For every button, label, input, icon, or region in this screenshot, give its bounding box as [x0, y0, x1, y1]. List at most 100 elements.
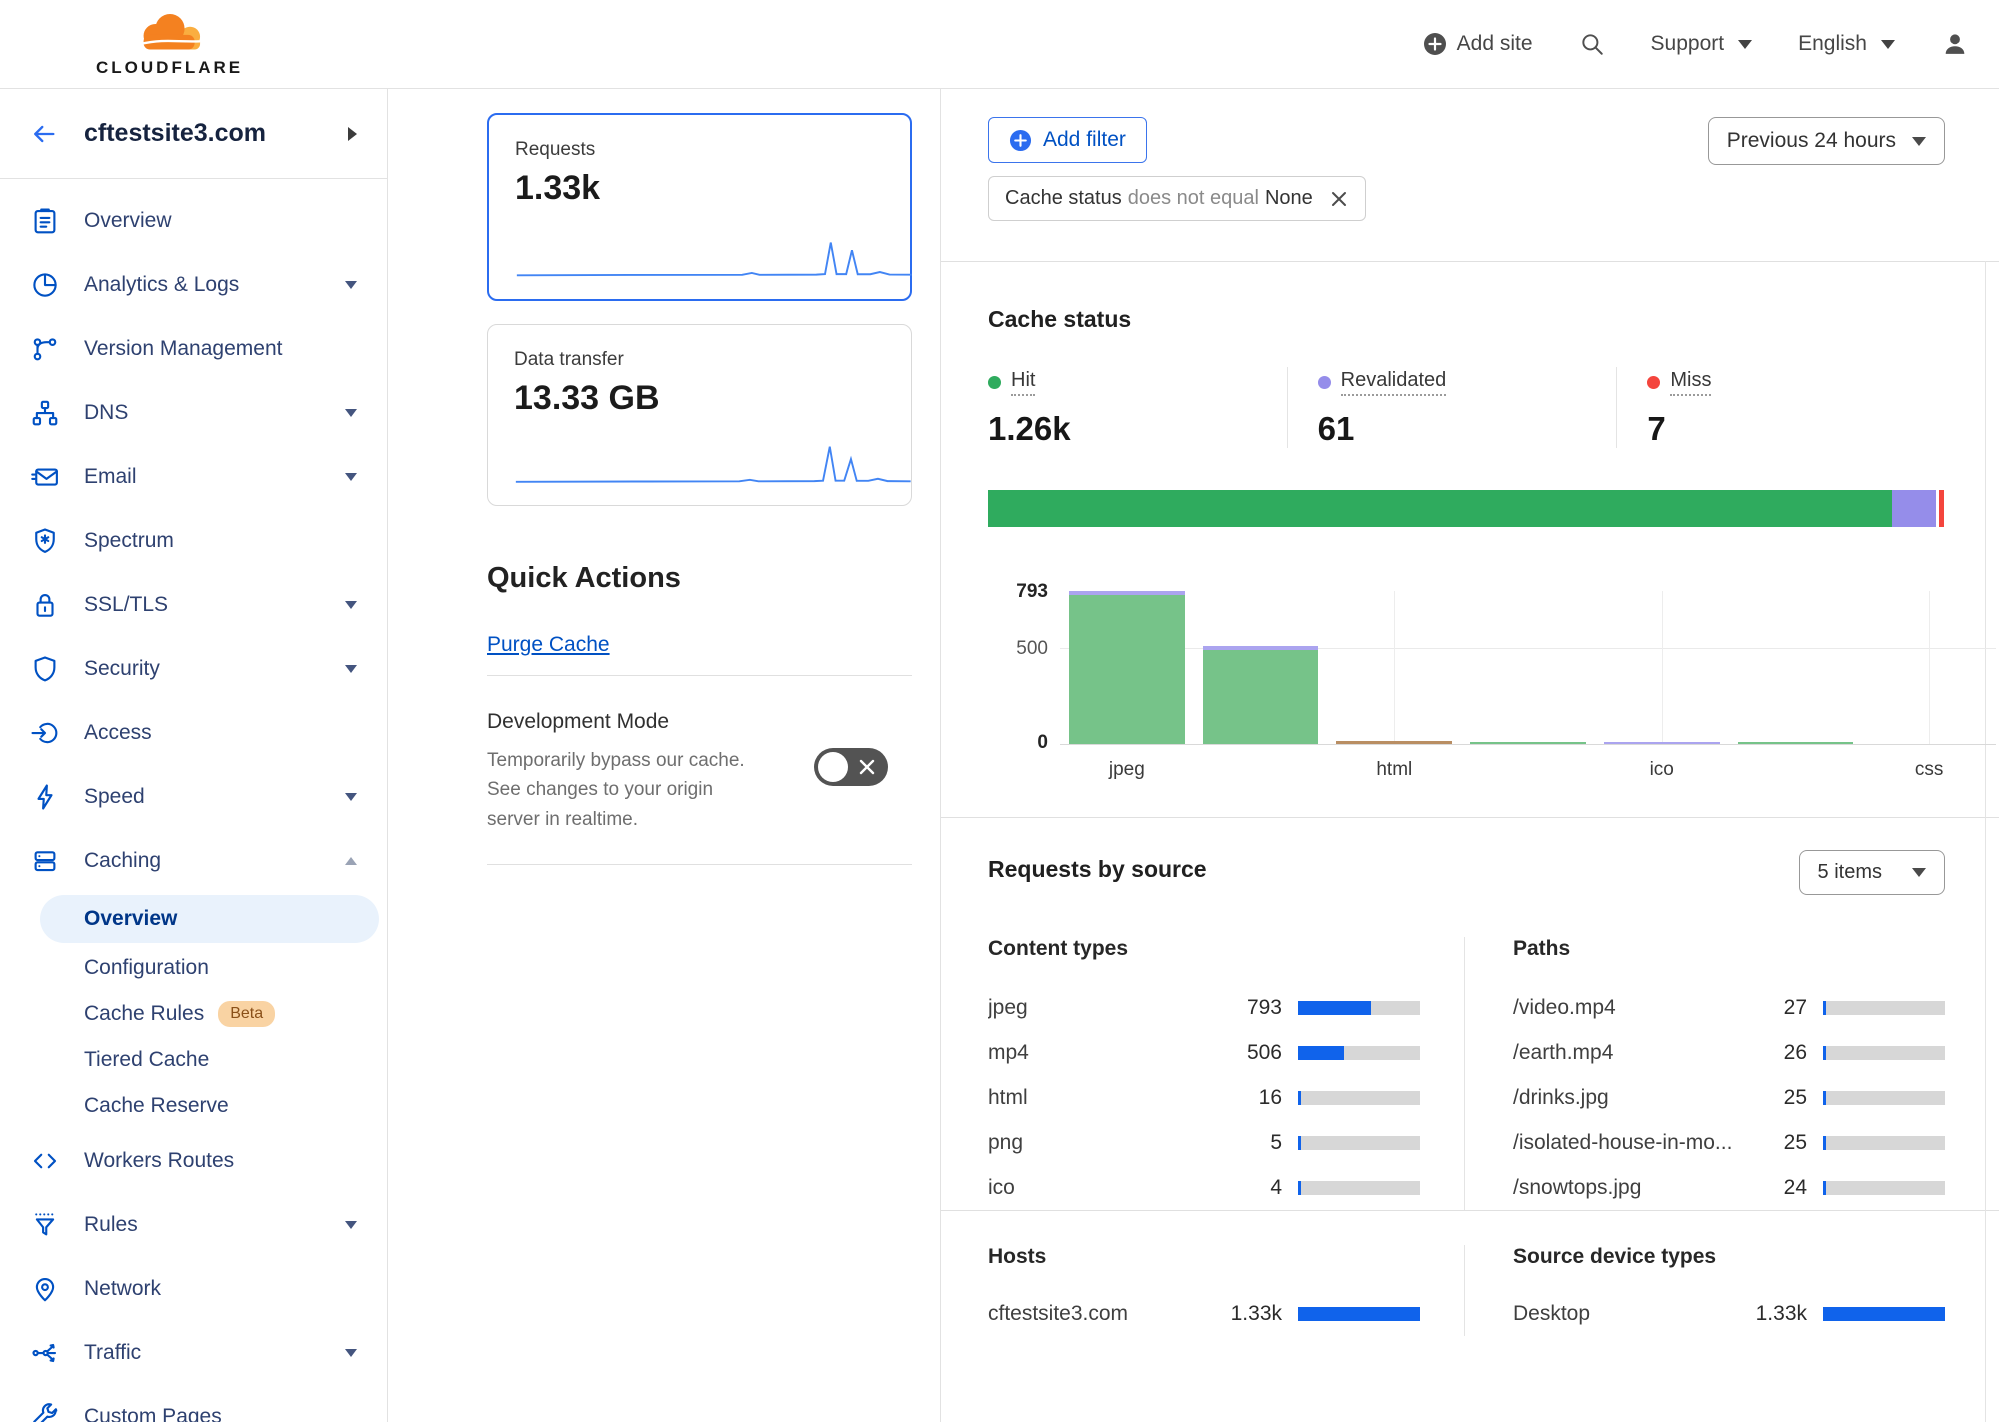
requests-by-source-title: Requests by source — [988, 856, 1207, 883]
sidebar-item-custom-pages[interactable]: Custom Pages — [0, 1385, 387, 1422]
sidebar-item-dns[interactable]: DNS — [0, 381, 387, 445]
pie-chart-icon — [30, 270, 60, 300]
data-transfer-value: 13.33 GB — [514, 379, 885, 418]
paths-group: Paths /video.mp4 27 /earth.mp4 26 — [1464, 937, 1945, 1210]
branch-icon — [30, 334, 60, 364]
add-filter-button[interactable]: Add filter — [988, 117, 1147, 163]
funnel-icon — [30, 1210, 60, 1240]
sidebar-subitem-caching-overview[interactable]: Overview — [40, 895, 379, 943]
table-row: ico 4 — [988, 1165, 1420, 1210]
chart-plot-area: 793 500 0 — [1060, 591, 1996, 745]
hit-label[interactable]: Hit — [1011, 369, 1035, 396]
table-row: jpeg 793 — [988, 985, 1420, 1030]
chart-columns — [1060, 591, 1996, 744]
support-menu[interactable]: Support — [1651, 32, 1753, 56]
sidebar-item-analytics-logs[interactable]: Analytics & Logs — [0, 253, 387, 317]
development-mode-toggle[interactable] — [814, 748, 888, 786]
bar-other[interactable] — [1729, 591, 1863, 744]
account-menu[interactable] — [1941, 30, 1969, 58]
plus-circle-icon — [1423, 32, 1447, 56]
code-brackets-icon — [30, 1146, 60, 1176]
sidebar-item-network[interactable]: Network — [0, 1257, 387, 1321]
sidebar-item-ssl-tls[interactable]: SSL/TLS — [0, 573, 387, 637]
top-bar-actions: Add site Support English — [1423, 30, 1969, 58]
chevron-down-icon — [345, 665, 357, 673]
sidebar-item-overview[interactable]: Overview — [0, 189, 387, 253]
sidebar-item-caching[interactable]: Caching — [0, 829, 387, 893]
back-arrow-icon[interactable] — [30, 120, 58, 148]
sidebar-subitem-tiered-cache[interactable]: Tiered Cache — [0, 1037, 387, 1083]
chevron-right-icon[interactable] — [348, 127, 357, 141]
hosts-title: Hosts — [988, 1245, 1420, 1269]
lock-icon — [30, 590, 60, 620]
cloudflare-cloud-icon — [129, 11, 211, 57]
x-tick: css — [1862, 759, 1996, 781]
bar-jpeg[interactable] — [1060, 591, 1194, 744]
user-icon — [1941, 30, 1969, 58]
chevron-down-icon — [1881, 40, 1895, 49]
paths-title: Paths — [1513, 937, 1945, 961]
close-icon[interactable] — [1329, 189, 1349, 209]
sidebar-subitem-cache-rules[interactable]: Cache Rules Beta — [0, 991, 387, 1037]
progress-track — [1298, 1091, 1420, 1105]
y-tick: 500 — [992, 638, 1048, 660]
cache-status-stats: Hit 1.26k Revalidated 61 — [988, 367, 1946, 448]
envelope-icon — [30, 462, 60, 492]
stat-revalidated: Revalidated 61 — [1287, 367, 1617, 448]
purge-cache-link[interactable]: Purge Cache — [487, 633, 610, 657]
chevron-down-icon — [345, 1349, 357, 1357]
bar-png[interactable] — [1461, 591, 1595, 744]
filter-chip[interactable]: Cache status does not equal None — [988, 176, 1366, 221]
filter-value: None — [1265, 187, 1313, 210]
revalidated-dot-icon — [1318, 376, 1331, 389]
y-tick: 0 — [992, 732, 1048, 754]
data-transfer-label: Data transfer — [514, 349, 885, 371]
content-types-title: Content types — [988, 937, 1420, 961]
hit-dot-icon — [988, 376, 1001, 389]
language-menu[interactable]: English — [1798, 32, 1895, 56]
bar-css[interactable] — [1862, 591, 1996, 744]
stat-hit: Hit 1.26k — [988, 367, 1287, 448]
cache-status-bar-chart: 793 500 0 — [1060, 591, 1996, 781]
sidebar-item-email[interactable]: Email — [0, 445, 387, 509]
search-button[interactable] — [1579, 31, 1605, 57]
table-row: /video.mp4 27 — [1513, 985, 1945, 1030]
revalidated-label[interactable]: Revalidated — [1341, 369, 1447, 396]
requests-metric-card[interactable]: Requests 1.33k — [487, 113, 912, 301]
beta-badge: Beta — [218, 1001, 275, 1027]
data-transfer-metric-card[interactable]: Data transfer 13.33 GB — [487, 324, 912, 506]
sidebar-item-rules[interactable]: Rules — [0, 1193, 387, 1257]
sidebar-subitem-cache-reserve[interactable]: Cache Reserve — [0, 1083, 387, 1129]
sidebar-item-version-management[interactable]: Version Management — [0, 317, 387, 381]
progress-track — [1298, 1307, 1420, 1321]
x-tick: html — [1327, 759, 1461, 781]
hierarchy-icon — [30, 398, 60, 428]
progress-track — [1823, 1181, 1945, 1195]
search-icon — [1579, 31, 1605, 57]
sidebar-item-access[interactable]: Access — [0, 701, 387, 765]
chevron-down-icon — [1912, 868, 1926, 877]
items-count-dropdown[interactable]: 5 items — [1799, 850, 1945, 895]
bar-html[interactable] — [1327, 591, 1461, 744]
bar-mp4[interactable] — [1194, 591, 1328, 744]
main-frame: cftestsite3.com Overview Analytics & Log… — [0, 88, 1999, 1422]
toggle-off-x-icon — [857, 757, 877, 777]
sidebar-item-security[interactable]: Security — [0, 637, 387, 701]
miss-label[interactable]: Miss — [1670, 369, 1711, 396]
sidebar-item-traffic[interactable]: Traffic — [0, 1321, 387, 1385]
toggle-knob — [818, 752, 848, 782]
sidebar-item-speed[interactable]: Speed — [0, 765, 387, 829]
bar-ico[interactable] — [1595, 591, 1729, 744]
table-row: /earth.mp4 26 — [1513, 1030, 1945, 1075]
plus-circle-icon — [1009, 129, 1032, 152]
clipboard-icon — [30, 206, 60, 236]
sidebar-item-workers-routes[interactable]: Workers Routes — [0, 1129, 387, 1193]
sidebar-item-spectrum[interactable]: Spectrum — [0, 509, 387, 573]
sidebar-subitem-configuration[interactable]: Configuration — [0, 945, 387, 991]
site-header: cftestsite3.com — [0, 89, 387, 179]
time-range-dropdown[interactable]: Previous 24 hours — [1708, 117, 1945, 165]
table-row: cftestsite3.com 1.33k — [988, 1291, 1420, 1336]
miss-dot-icon — [1647, 376, 1660, 389]
cloudflare-logo[interactable]: CLOUDFLARE — [96, 11, 243, 78]
add-site-button[interactable]: Add site — [1423, 32, 1533, 56]
